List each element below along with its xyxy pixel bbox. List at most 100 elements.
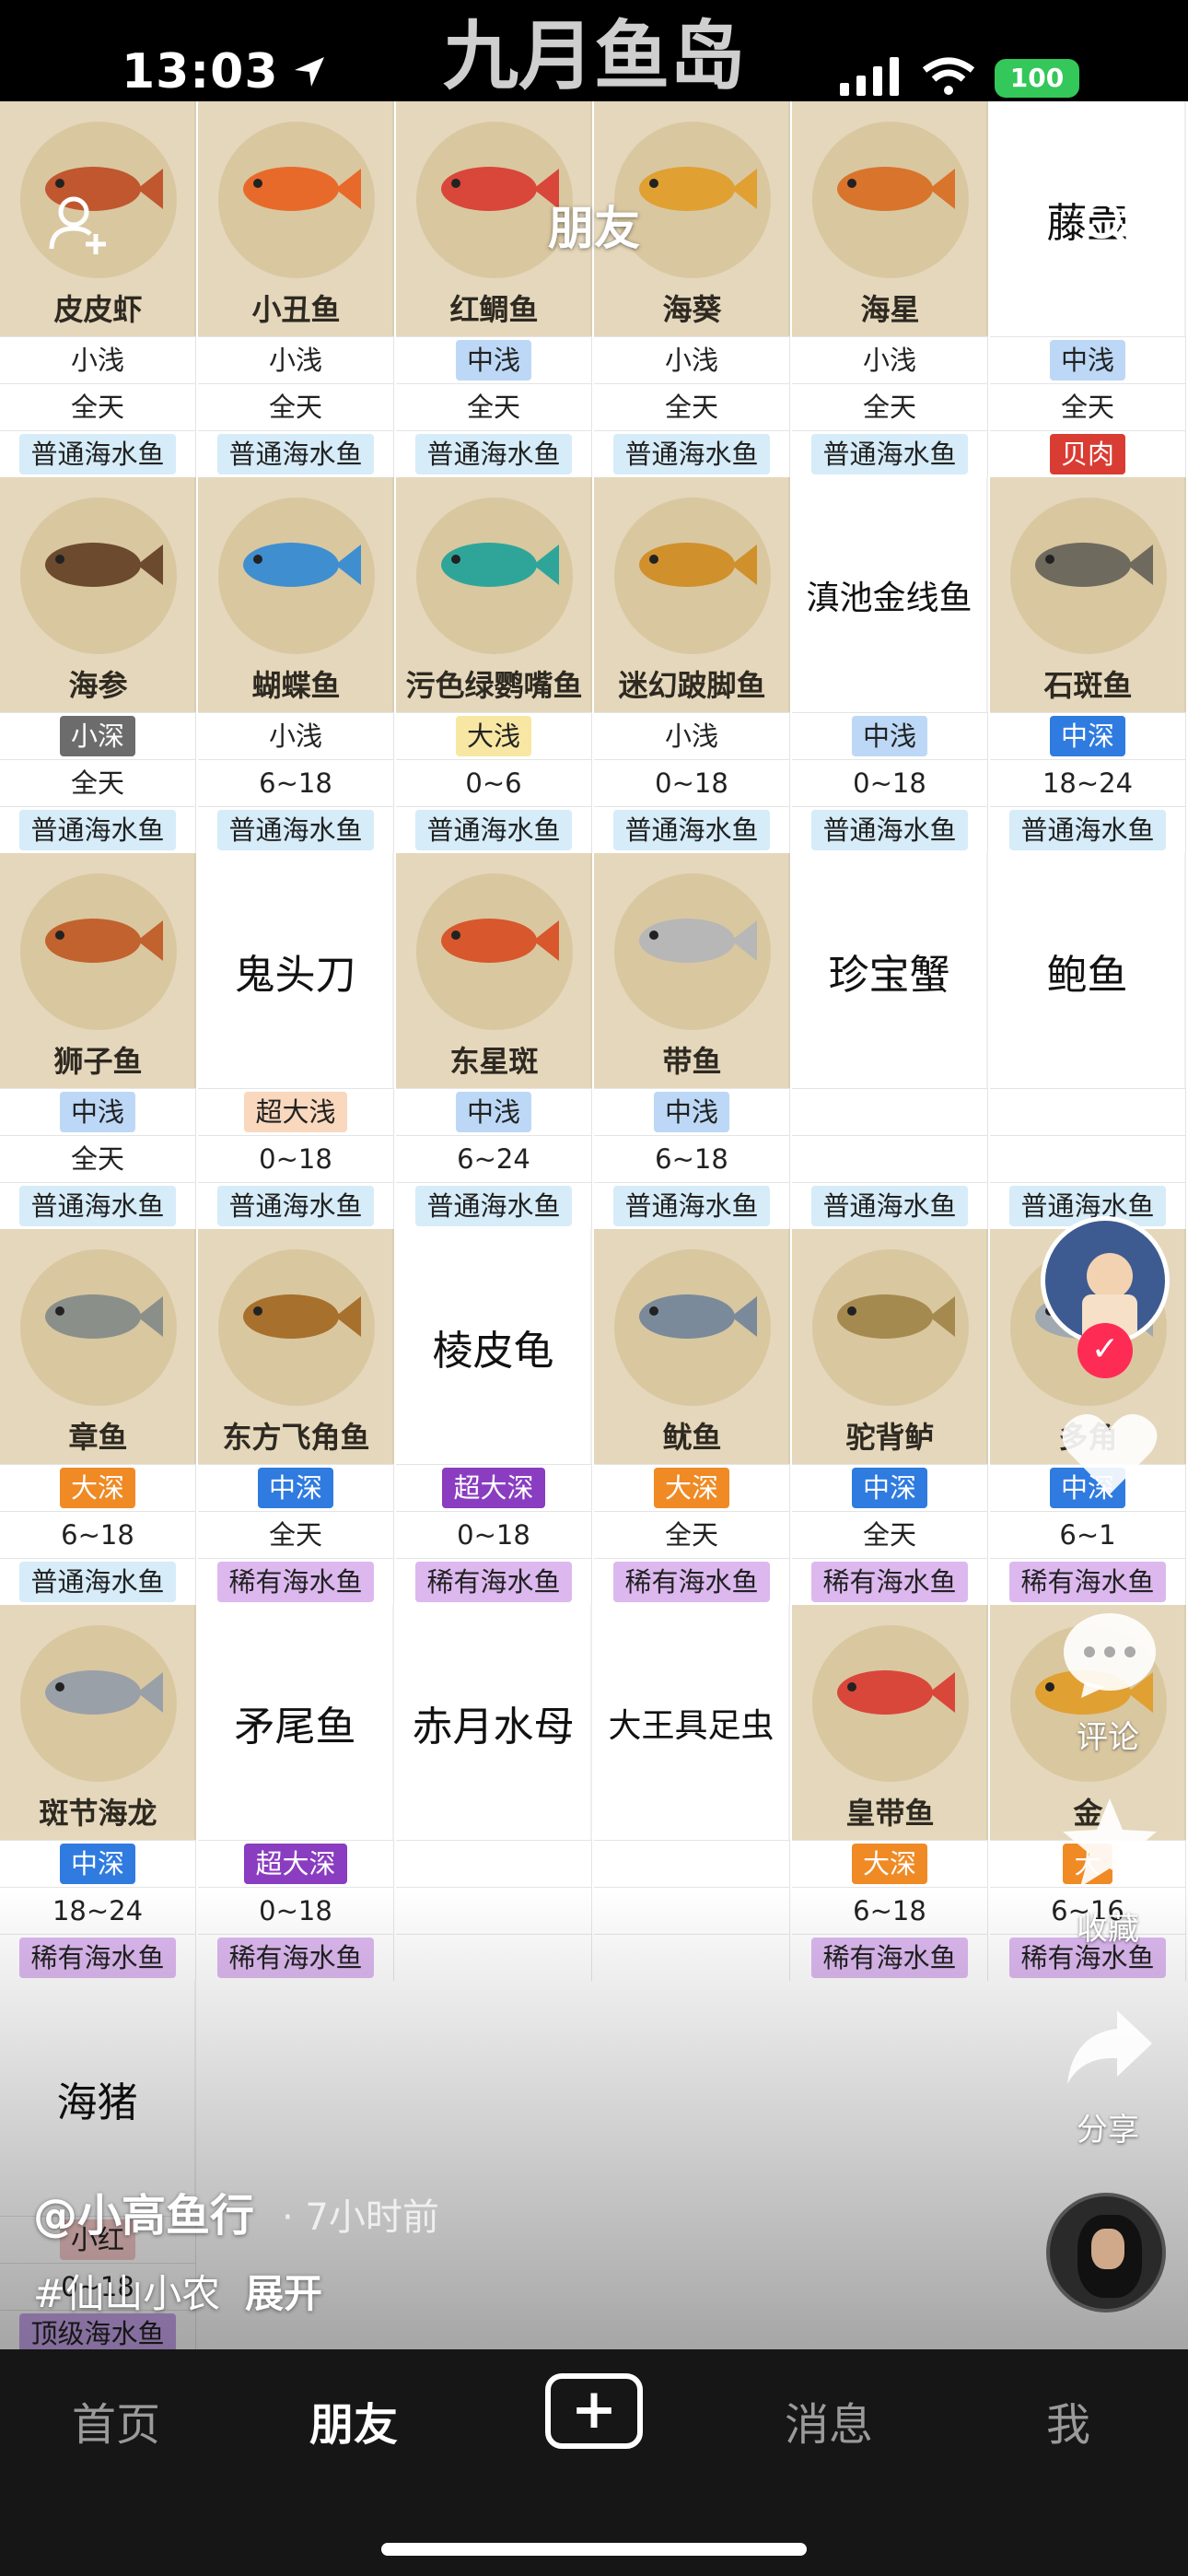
author-handle[interactable]: @小高鱼行 <box>33 2179 254 2243</box>
fish-cell[interactable]: 迷幻跛脚鱼 小浅 0~18 普通海水鱼 <box>594 477 790 853</box>
time-range: 0~18 <box>259 1143 332 1175</box>
parrotfish-icon <box>440 543 559 587</box>
time-range-row: 0~18 <box>198 1135 394 1182</box>
time-range-row: 全天 <box>594 1511 790 1558</box>
nav-messages[interactable]: 消息 <box>785 2388 873 2453</box>
time-range-row: 0~18 <box>594 759 790 806</box>
comment-label: 评论 <box>1077 1719 1139 1756</box>
depth-size-badge-row: 小浅 <box>594 712 790 759</box>
fish-caption: 斑节海龙 <box>39 1796 157 1831</box>
depth-size-badge-row: 小深 <box>0 712 196 759</box>
category-badge-row: 普通海水鱼 <box>990 806 1186 853</box>
depth-size-badge-row: 中深 <box>0 1840 196 1887</box>
tab-friends-top[interactable]: 朋友 <box>516 192 672 258</box>
fish-cell[interactable]: 皮皮虾 小浅 全天 普通海水鱼 <box>0 101 196 477</box>
nav-friends[interactable]: 朋友 <box>309 2388 398 2453</box>
time-range: 全天 <box>70 1143 124 1175</box>
time-range: 6~1 <box>1059 1519 1116 1551</box>
category-badge-row: 稀有海水鱼 <box>396 1558 592 1605</box>
music-disc[interactable] <box>1046 2193 1166 2313</box>
category-badge-row: 普通海水鱼 <box>396 1182 592 1229</box>
fish-cell[interactable]: 东星斑 中浅 6~24 普通海水鱼 <box>396 853 592 1229</box>
fish-cell[interactable]: 鱿鱼 大深 全天 稀有海水鱼 <box>594 1229 790 1605</box>
depth-size-badge: 小浅 <box>664 345 718 376</box>
category-badge-row: 贝肉 <box>990 430 1186 477</box>
time-range-row: 全天 <box>198 383 394 430</box>
status-bar: 九月鱼岛 13:03 100 <box>0 0 1188 101</box>
depth-size-badge: 中深 <box>1049 716 1125 756</box>
category-badge-row: 普通海水鱼 <box>396 430 592 477</box>
fish-cell[interactable]: 污色绿鹦嘴鱼 大浅 0~6 普通海水鱼 <box>396 477 592 853</box>
fish-caption: 石斑鱼 <box>1043 668 1133 703</box>
fish-cell[interactable]: 藤壶 中浅 全天 贝肉 <box>990 101 1186 477</box>
fish-caption: 狮子鱼 <box>53 1044 143 1079</box>
status-time: 13:03 <box>122 44 279 100</box>
fish-cell[interactable]: 带鱼 中浅 6~18 普通海水鱼 <box>594 853 790 1229</box>
depth-size-badge-row <box>990 1088 1186 1135</box>
fish-image: 章鱼 <box>0 1229 196 1464</box>
depth-size-badge-row: 中浅 <box>594 1088 790 1135</box>
category-badge: 普通海水鱼 <box>217 810 374 850</box>
depth-size-badge: 中浅 <box>851 716 927 756</box>
hashtag[interactable]: #仙山小农 <box>33 2263 220 2319</box>
create-button[interactable]: + <box>545 2373 643 2449</box>
star-icon[interactable] <box>1059 1797 1160 1889</box>
fish-cell[interactable]: 驼背鲈 中深 全天 稀有海水鱼 <box>792 1229 988 1605</box>
time-range: 全天 <box>862 1519 916 1551</box>
depth-size-badge: 大深 <box>851 1844 927 1884</box>
time-range: 全天 <box>466 392 520 423</box>
time-range-row: 6~18 <box>198 759 394 806</box>
depth-size-badge-row: 小浅 <box>792 336 988 383</box>
fish-cell[interactable]: 蝴蝶鱼 小浅 6~18 普通海水鱼 <box>198 477 394 853</box>
depth-size-badge: 中浅 <box>455 1092 531 1132</box>
category-badge-row: 稀有海水鱼 <box>198 1558 394 1605</box>
depth-size-badge: 小浅 <box>862 345 916 376</box>
category-badge: 普通海水鱼 <box>415 434 572 474</box>
category-badge-row: 普通海水鱼 <box>0 1558 196 1605</box>
signal-icon <box>840 57 899 96</box>
fish-cell[interactable]: 海星 小浅 全天 普通海水鱼 <box>792 101 988 477</box>
fish-cell[interactable]: 小丑鱼 小浅 全天 普通海水鱼 <box>198 101 394 477</box>
fish-cell[interactable]: 海参 小深 全天 普通海水鱼 <box>0 477 196 853</box>
add-friend-icon[interactable] <box>48 192 112 256</box>
nav-me[interactable]: 我 <box>1046 2388 1090 2453</box>
share-icon[interactable] <box>1064 2007 1156 2090</box>
heart-icon[interactable] <box>1059 1410 1160 1502</box>
time-range-row: 全天 <box>0 383 196 430</box>
fish-cell[interactable]: 珍宝蟹 普通海水鱼 <box>792 853 988 1229</box>
fish-cell[interactable]: 棱皮龟 超大深 0~18 稀有海水鱼 <box>396 1229 592 1605</box>
fish-cell[interactable]: 章鱼 大深 6~18 普通海水鱼 <box>0 1229 196 1605</box>
fish-caption: 东方飞角鱼 <box>222 1420 370 1455</box>
comment-icon[interactable] <box>1059 1608 1160 1700</box>
depth-size-badge-row: 小浅 <box>198 336 394 383</box>
follow-icon[interactable]: ✓ <box>1077 1323 1133 1378</box>
time-range-row: 全天 <box>594 383 790 430</box>
frogfish-icon <box>638 543 757 587</box>
fish-caption: 驼背鲈 <box>845 1420 935 1455</box>
depth-size-badge: 中深 <box>59 1844 135 1884</box>
depth-size-badge-row: 中深 <box>990 712 1186 759</box>
fish-cell[interactable]: 东方飞角鱼 中深 全天 稀有海水鱼 <box>198 1229 394 1605</box>
expand-button[interactable]: 展开 <box>245 2263 322 2319</box>
fish-cell[interactable]: 鬼头刀 超大浅 0~18 普通海水鱼 <box>198 853 394 1229</box>
depth-size-badge-row <box>594 1840 790 1887</box>
fish-cell[interactable]: 红鲷鱼 中浅 全天 普通海水鱼 <box>396 101 592 477</box>
depth-size-badge-row: 超大浅 <box>198 1088 394 1135</box>
fish-cell[interactable]: 狮子鱼 中浅 全天 普通海水鱼 <box>0 853 196 1229</box>
time-range-row: 全天 <box>396 383 592 430</box>
fish-name: 赤月水母 <box>396 1605 592 1840</box>
depth-size-badge-row: 中浅 <box>0 1088 196 1135</box>
fish-cell[interactable]: 石斑鱼 中深 18~24 普通海水鱼 <box>990 477 1186 853</box>
depth-size-badge: 超大深 <box>244 1844 347 1884</box>
search-icon[interactable] <box>1077 195 1135 252</box>
nav-home[interactable]: 首页 <box>72 2388 160 2453</box>
depth-size-badge-row: 中浅 <box>792 712 988 759</box>
fish-cell[interactable]: 滇池金线鱼 中浅 0~18 普通海水鱼 <box>792 477 988 853</box>
squid-icon <box>638 1294 757 1339</box>
depth-size-badge-row <box>396 1840 592 1887</box>
depth-size-badge: 大深 <box>653 1468 729 1508</box>
depth-size-badge: 超大深 <box>442 1468 545 1508</box>
fish-cell[interactable]: 海葵 小浅 全天 普通海水鱼 <box>594 101 790 477</box>
depth-size-badge-row: 大浅 <box>396 712 592 759</box>
fish-cell[interactable]: 鲍鱼 普通海水鱼 <box>990 853 1186 1229</box>
